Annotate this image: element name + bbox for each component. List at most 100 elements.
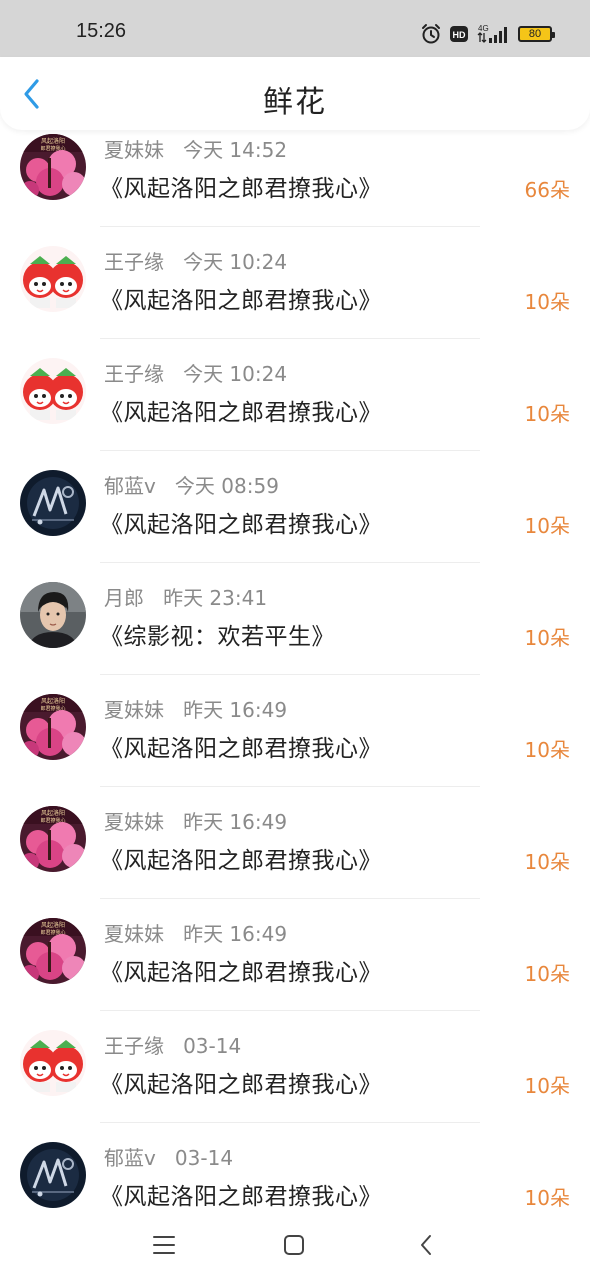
- book-title[interactable]: 《风起洛阳之郎君撩我心》: [100, 729, 382, 763]
- book-title[interactable]: 《风起洛阳之郎君撩我心》: [100, 281, 382, 315]
- header: 鲜花: [0, 57, 590, 130]
- list-item[interactable]: 风起洛阳 郎君撩我心 夏妹妹 昨天 16:49 《风起洛阳之郎君撩我心》 10朵: [0, 787, 590, 899]
- user-name-time: 郁蓝v 03-14: [104, 1142, 233, 1171]
- book-title[interactable]: 《风起洛阳之郎君撩我心》: [100, 1065, 382, 1099]
- hd-icon: HD: [450, 25, 468, 43]
- list-item[interactable]: 风起洛阳 郎君撩我心 夏妹妹 今天 14:52 《风起洛阳之郎君撩我心》 66朵: [0, 115, 590, 227]
- list-item[interactable]: 郁蓝v 03-14 《风起洛阳之郎君撩我心》 10朵: [0, 1123, 590, 1210]
- user-name[interactable]: 夏妹妹: [104, 138, 164, 162]
- user-name[interactable]: 月郎: [104, 586, 144, 610]
- page-title: 鲜花: [263, 85, 327, 120]
- timestamp: 今天 10:24: [183, 250, 288, 274]
- list-item[interactable]: 王子缘 03-14 《风起洛阳之郎君撩我心》 10朵: [0, 1011, 590, 1123]
- svg-text:风起洛阳: 风起洛阳: [41, 697, 65, 705]
- timestamp: 今天 08:59: [174, 474, 279, 498]
- svg-text:风起洛阳: 风起洛阳: [41, 137, 65, 145]
- user-name[interactable]: 郁蓝v: [104, 474, 156, 498]
- list-item[interactable]: 郁蓝v 今天 08:59 《风起洛阳之郎君撩我心》 10朵: [0, 451, 590, 563]
- list-item[interactable]: 王子缘 今天 10:24 《风起洛阳之郎君撩我心》 10朵: [0, 227, 590, 339]
- book-title[interactable]: 《风起洛阳之郎君撩我心》: [100, 953, 382, 987]
- flower-count: 10朵: [524, 962, 570, 986]
- flower-list[interactable]: 风起洛阳 郎君撩我心 夏妹妹 今天 14:52 《风起洛阳之郎君撩我心》 66朵…: [0, 115, 590, 1210]
- book-title[interactable]: 《风起洛阳之郎君撩我心》: [100, 1177, 382, 1210]
- list-item[interactable]: 月郎 昨天 23:41 《综影视：欢若平生》 10朵: [0, 563, 590, 675]
- book-title[interactable]: 《风起洛阳之郎君撩我心》: [100, 505, 382, 539]
- user-name[interactable]: 夏妹妹: [104, 698, 164, 722]
- user-name-time: 夏妹妹 今天 14:52: [104, 134, 287, 163]
- dark-blue-logo-avatar-image: [20, 1142, 86, 1208]
- svg-text:HD: HD: [453, 30, 466, 40]
- pink-blossom-avatar-image: 风起洛阳 郎君撩我心: [20, 134, 86, 200]
- timestamp: 03-14: [174, 1146, 234, 1170]
- flower-count: 10朵: [524, 514, 570, 538]
- list-item[interactable]: 风起洛阳 郎君撩我心 夏妹妹 昨天 16:49 《风起洛阳之郎君撩我心》 10朵: [0, 899, 590, 1011]
- battery-icon: 80: [518, 26, 555, 42]
- system-nav-bar: [0, 1210, 590, 1280]
- avatar[interactable]: [20, 470, 86, 536]
- flower-count: 10朵: [524, 290, 570, 314]
- timestamp: 昨天 16:49: [183, 698, 288, 722]
- timestamp: 昨天 16:49: [183, 922, 288, 946]
- book-title[interactable]: 《风起洛阳之郎君撩我心》: [100, 841, 382, 875]
- book-title[interactable]: 《风起洛阳之郎君撩我心》: [100, 393, 382, 427]
- signal-icon: 4G: [476, 23, 510, 45]
- battery-level: 80: [528, 28, 542, 40]
- status-time: 15:26: [76, 20, 127, 42]
- avatar[interactable]: [20, 246, 86, 312]
- user-name-time: 夏妹妹 昨天 16:49: [104, 918, 287, 947]
- alarm-icon: [420, 23, 442, 45]
- user-name-time: 夏妹妹 昨天 16:49: [104, 806, 287, 835]
- user-name-time: 王子缘 今天 10:24: [104, 246, 287, 275]
- user-name-time: 王子缘 今天 10:24: [104, 358, 287, 387]
- avatar[interactable]: 风起洛阳 郎君撩我心: [20, 806, 86, 872]
- timestamp: 昨天 16:49: [183, 810, 288, 834]
- user-name[interactable]: 王子缘: [104, 250, 164, 274]
- flower-count: 66朵: [524, 178, 570, 202]
- recent-apps-button[interactable]: [147, 1230, 181, 1260]
- user-name-time: 夏妹妹 昨天 16:49: [104, 694, 287, 723]
- avatar[interactable]: [20, 582, 86, 648]
- svg-text:风起洛阳: 风起洛阳: [41, 921, 65, 929]
- man-portrait-avatar-image: [20, 582, 86, 648]
- menu-icon: [153, 1236, 175, 1254]
- strawberry-cartoon-avatar-image: [20, 1030, 86, 1096]
- user-name-time: 王子缘 03-14: [104, 1030, 241, 1059]
- flower-count: 10朵: [524, 626, 570, 650]
- user-name[interactable]: 夏妹妹: [104, 810, 164, 834]
- user-name[interactable]: 王子缘: [104, 362, 164, 386]
- home-button[interactable]: [277, 1230, 311, 1260]
- user-name-time: 月郎 昨天 23:41: [104, 582, 267, 611]
- user-name-time: 郁蓝v 今天 08:59: [104, 470, 279, 499]
- avatar[interactable]: [20, 1142, 86, 1208]
- timestamp: 03-14: [183, 1034, 242, 1058]
- user-name[interactable]: 夏妹妹: [104, 922, 164, 946]
- dark-blue-logo-avatar-image: [20, 470, 86, 536]
- svg-text:风起洛阳: 风起洛阳: [41, 809, 65, 817]
- back-icon: [421, 1235, 431, 1255]
- list-item[interactable]: 王子缘 今天 10:24 《风起洛阳之郎君撩我心》 10朵: [0, 339, 590, 451]
- avatar[interactable]: [20, 1030, 86, 1096]
- book-title[interactable]: 《风起洛阳之郎君撩我心》: [100, 169, 382, 203]
- avatar[interactable]: 风起洛阳 郎君撩我心: [20, 134, 86, 200]
- status-icons: HD 4G 80: [420, 22, 555, 46]
- book-title[interactable]: 《综影视：欢若平生》: [100, 617, 335, 651]
- avatar[interactable]: [20, 358, 86, 424]
- user-name[interactable]: 郁蓝v: [104, 1146, 156, 1170]
- user-name[interactable]: 王子缘: [104, 1034, 164, 1058]
- pink-blossom-avatar-image: 风起洛阳 郎君撩我心: [20, 694, 86, 760]
- timestamp: 昨天 23:41: [163, 586, 268, 610]
- strawberry-cartoon-avatar-image: [20, 358, 86, 424]
- system-back-button[interactable]: [409, 1230, 443, 1260]
- pink-blossom-avatar-image: 风起洛阳 郎君撩我心: [20, 918, 86, 984]
- timestamp: 今天 14:52: [183, 138, 288, 162]
- timestamp: 今天 10:24: [183, 362, 288, 386]
- avatar[interactable]: 风起洛阳 郎君撩我心: [20, 694, 86, 760]
- flower-count: 10朵: [524, 738, 570, 762]
- list-item[interactable]: 风起洛阳 郎君撩我心 夏妹妹 昨天 16:49 《风起洛阳之郎君撩我心》 10朵: [0, 675, 590, 787]
- network-label: 4G: [478, 24, 489, 33]
- status-bar: 15:26 HD 4G 80: [0, 0, 590, 57]
- flower-count: 10朵: [524, 1186, 570, 1210]
- pink-blossom-avatar-image: 风起洛阳 郎君撩我心: [20, 806, 86, 872]
- strawberry-cartoon-avatar-image: [20, 246, 86, 312]
- avatar[interactable]: 风起洛阳 郎君撩我心: [20, 918, 86, 984]
